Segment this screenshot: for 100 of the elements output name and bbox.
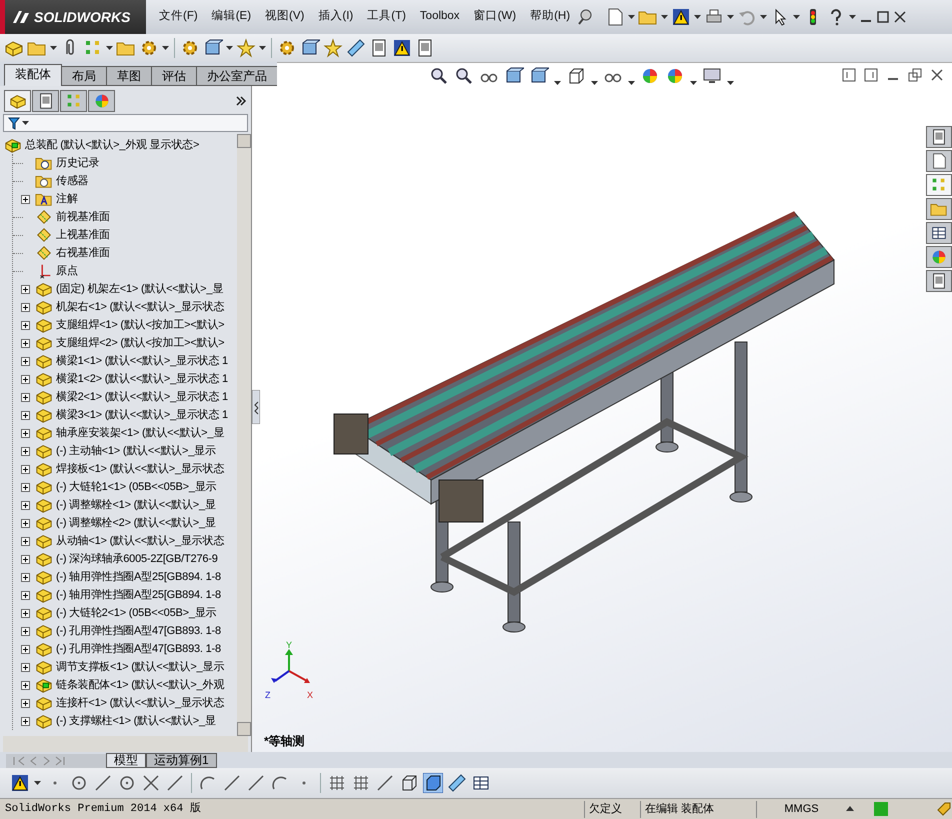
close-icon[interactable] xyxy=(893,10,908,24)
menu-item[interactable]: 编辑(E) xyxy=(204,6,258,28)
expand-icon[interactable] xyxy=(21,482,30,492)
expand-icon[interactable] xyxy=(21,302,30,312)
command-tab[interactable]: 评估 xyxy=(151,66,197,86)
menu-item[interactable]: 文件(F) xyxy=(152,6,205,28)
tree-item-label[interactable]: (-) 轴用弹性挡圈A型25[GB894. 1-8 xyxy=(53,568,221,586)
caret-up-icon[interactable] xyxy=(846,806,854,812)
monitor-icon[interactable] xyxy=(702,66,722,86)
command-tab[interactable]: 办公室产品 xyxy=(196,66,278,86)
task-pane-tab[interactable] xyxy=(926,126,952,148)
tree-item-label[interactable]: 总装配 (默认<默认>_外观 显示状态> xyxy=(22,136,200,154)
tree-item-label[interactable]: 原点 xyxy=(53,262,78,280)
expand-icon[interactable] xyxy=(21,698,30,708)
tree-item-label[interactable]: 横梁1<1> (默认<<默认>_显示状态 1 xyxy=(53,352,228,370)
tree-item-label[interactable]: (-) 支撑螺柱<1> (默认<<默认>_显 xyxy=(53,712,216,730)
caret-icon[interactable] xyxy=(50,45,57,51)
expand-icon[interactable] xyxy=(21,500,30,510)
task-pane-tab[interactable] xyxy=(926,150,952,172)
tree-item-label[interactable]: 焊接板<1> (默认<<默认>_显示状态 xyxy=(53,460,224,478)
expand-icon[interactable] xyxy=(21,518,30,528)
grid-icon[interactable] xyxy=(351,773,371,793)
caret-icon[interactable] xyxy=(226,45,233,51)
tag-icon[interactable] xyxy=(936,801,952,817)
menu-item[interactable]: Toolbox xyxy=(412,6,467,28)
caret-icon[interactable] xyxy=(727,14,734,20)
line-icon[interactable] xyxy=(165,773,185,793)
expand-icon[interactable] xyxy=(21,464,30,474)
caret-icon[interactable] xyxy=(259,45,266,51)
tree-item-label[interactable]: 注解 xyxy=(53,190,78,208)
expand-icon[interactable] xyxy=(21,716,30,726)
menu-item[interactable]: 窗口(W) xyxy=(466,6,524,28)
caret-icon[interactable] xyxy=(106,45,113,51)
warning-icon[interactable] xyxy=(671,7,692,27)
caret-icon[interactable] xyxy=(162,45,169,51)
tree-item-label[interactable]: 机架右<1> (默认<<默认>_显示状态 xyxy=(53,298,224,316)
tree-item-label[interactable]: 传感器 xyxy=(53,172,88,190)
shaded-cube-icon[interactable] xyxy=(423,773,443,793)
tree-item-label[interactable]: 调节支撑板<1> (默认<<默认>_显示 xyxy=(53,658,224,676)
star-icon[interactable] xyxy=(236,38,256,58)
panel-tab[interactable] xyxy=(4,90,31,112)
caret-icon[interactable] xyxy=(694,14,702,20)
expand-icon[interactable] xyxy=(21,320,30,330)
tree-item-label[interactable]: (-) 孔用弹性挡圈A型47[GB893. 1-8 xyxy=(53,640,221,658)
command-tab[interactable]: 布局 xyxy=(61,66,107,86)
graphics-area[interactable]: X Y Z *等轴测 xyxy=(252,86,952,752)
task-pane-tab[interactable] xyxy=(926,270,952,292)
trim-icon[interactable] xyxy=(141,773,161,793)
menu-item[interactable]: 视图(V) xyxy=(258,6,312,28)
tree-item-label[interactable]: (-) 大链轮1<1> (05B<<05B>_显示 xyxy=(53,478,216,496)
expand-icon[interactable] xyxy=(21,392,30,402)
expand-icon[interactable] xyxy=(21,338,30,348)
expand-icon[interactable] xyxy=(21,410,30,420)
bottom-tab[interactable]: 模型 xyxy=(106,753,146,768)
filter-field[interactable] xyxy=(3,114,248,132)
maximize-icon[interactable] xyxy=(876,10,890,24)
tree-item-label[interactable]: 横梁1<2> (默认<<默认>_显示状态 1 xyxy=(53,370,228,388)
caret-icon[interactable] xyxy=(760,14,768,20)
expand-icon[interactable] xyxy=(21,194,30,204)
tree-item-label[interactable]: 右视基准面 xyxy=(53,244,110,262)
panel-tab[interactable] xyxy=(32,90,59,112)
tree-item-label[interactable]: 链条装配体<1> (默认<<默认>_外观 xyxy=(53,676,224,694)
tree-item-label[interactable]: (-) 轴用弹性挡圈A型25[GB894. 1-8 xyxy=(53,586,221,604)
caret-icon[interactable] xyxy=(793,14,800,20)
expand-icon[interactable] xyxy=(21,572,30,582)
tree-item-label[interactable]: 前视基准面 xyxy=(53,208,110,226)
gear-icon[interactable] xyxy=(180,38,200,58)
bottom-tab[interactable]: 运动算例1 xyxy=(146,753,217,768)
warning-icon[interactable] xyxy=(392,38,412,58)
expand-icon[interactable] xyxy=(21,536,30,546)
horizontal-scrollbar[interactable] xyxy=(3,736,248,752)
tile-right-icon[interactable] xyxy=(864,68,878,82)
tree-item-label[interactable]: (固定) 机架左<1> (默认<<默认>_显 xyxy=(53,280,224,298)
expand-icon[interactable] xyxy=(21,356,30,366)
caret-icon[interactable] xyxy=(849,14,856,20)
tree-item-label[interactable]: (-) 调整螺栓<1> (默认<<默认>_显 xyxy=(53,496,216,514)
menu-item[interactable]: 工具(T) xyxy=(360,6,413,28)
expand-icon[interactable] xyxy=(21,680,30,690)
tree-item-label[interactable]: 从动轴<1> (默认<<默认>_显示状态 xyxy=(53,532,224,550)
line-icon[interactable] xyxy=(93,773,113,793)
line-icon[interactable] xyxy=(222,773,242,793)
zoom-to-fit-icon[interactable] xyxy=(429,66,449,86)
tree-item-label[interactable]: (-) 深沟球轴承6005-2Z[GB/T276-9 xyxy=(53,550,218,568)
menu-item[interactable]: 插入(I) xyxy=(311,6,360,28)
expand-icon[interactable] xyxy=(21,554,30,564)
expand-icon[interactable] xyxy=(21,428,30,438)
warning-icon[interactable] xyxy=(10,773,30,793)
ruler-icon[interactable] xyxy=(346,38,366,58)
expand-icon[interactable] xyxy=(21,446,30,456)
units-selector[interactable]: MMGS xyxy=(756,800,846,818)
caret-icon[interactable] xyxy=(628,14,636,20)
star-icon[interactable] xyxy=(323,38,343,58)
gear-icon[interactable] xyxy=(277,38,297,58)
command-tab[interactable]: 草图 xyxy=(106,66,152,86)
expand-icon[interactable] xyxy=(21,590,30,600)
measure-icon[interactable] xyxy=(447,773,467,793)
tree-item-label[interactable]: (-) 主动轴<1> (默认<<默认>_显示 xyxy=(53,442,216,460)
expand-icon[interactable] xyxy=(21,284,30,294)
expand-icon[interactable] xyxy=(21,626,30,636)
tree-item-label[interactable]: 横梁3<1> (默认<<默认>_显示状态 1 xyxy=(53,406,228,424)
